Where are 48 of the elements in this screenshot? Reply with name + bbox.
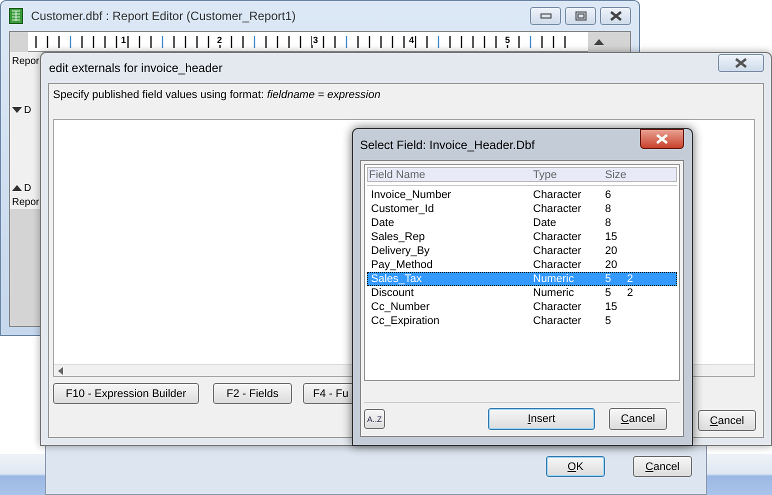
band-label: Repor (12, 56, 40, 66)
window-title: edit externals for invoice_header (49, 61, 224, 75)
sort-button[interactable]: A..Z (364, 409, 385, 429)
dialog-button[interactable]: F2 - Fields (213, 383, 292, 404)
maximize-button[interactable] (565, 7, 596, 25)
maximize-icon (574, 11, 586, 21)
band-label: D (24, 104, 32, 116)
ruler-label: 5 (504, 35, 512, 45)
ruler-label: 4 (408, 35, 416, 45)
instruction-text: Specify published field values using format: fieldname = expression (53, 89, 382, 103)
field-row[interactable]: Delivery_By Character 20 (367, 244, 677, 258)
window-title: Customer.dbf : Report Editor (Customer_Report1) (31, 9, 296, 23)
minimize-icon (540, 13, 552, 19)
field-row[interactable]: Date Date 8 (367, 216, 677, 230)
ruler-label: 2 (216, 35, 224, 45)
field-row[interactable]: Cc_Number Character 15 (367, 300, 677, 314)
field-row[interactable]: Cc_Expiration Character 5 (367, 314, 677, 328)
band-label: Repor (12, 196, 40, 208)
ok-button[interactable]: OK (546, 456, 605, 477)
insert-button[interactable]: Insert (488, 408, 595, 430)
dialog-button[interactable]: F10 - Expression Builder (53, 383, 199, 404)
column-header[interactable]: Size (605, 168, 627, 180)
field-row[interactable]: Sales_Rep Character 15 (367, 230, 677, 244)
close-icon (734, 58, 748, 68)
spreadsheet-icon (9, 8, 23, 24)
scroll-left-arrow-icon[interactable] (58, 366, 63, 374)
close-button[interactable] (640, 129, 684, 149)
triangle-up-icon[interactable] (12, 185, 22, 191)
field-row[interactable]: Discount Numeric 5 2 (367, 286, 677, 300)
ruler-label: 1 (120, 35, 128, 45)
minimize-button[interactable] (530, 7, 561, 25)
field-row[interactable]: Customer_Id Character 8 (367, 202, 677, 216)
field-row[interactable]: Invoice_Number Character 6 (367, 188, 677, 202)
field-row[interactable]: Pay_Method Character 20 (367, 258, 677, 272)
close-button[interactable] (600, 7, 631, 25)
window-title: Select Field: Invoice_Header.Dbf (360, 138, 536, 152)
triangle-down-icon[interactable] (12, 107, 22, 113)
close-icon (655, 134, 669, 144)
column-header[interactable]: Type (533, 168, 605, 180)
cancel-button[interactable]: Cancel (609, 408, 667, 430)
column-header[interactable]: Field Name (368, 168, 533, 180)
close-icon (608, 11, 622, 21)
ruler-label: 3 (312, 35, 320, 45)
cancel-button[interactable]: Cancel (698, 410, 756, 431)
close-button[interactable] (718, 54, 764, 72)
scroll-up-arrow-icon[interactable] (594, 39, 604, 45)
cancel-button[interactable]: Cancel (633, 456, 692, 477)
band-label: D (24, 182, 32, 194)
